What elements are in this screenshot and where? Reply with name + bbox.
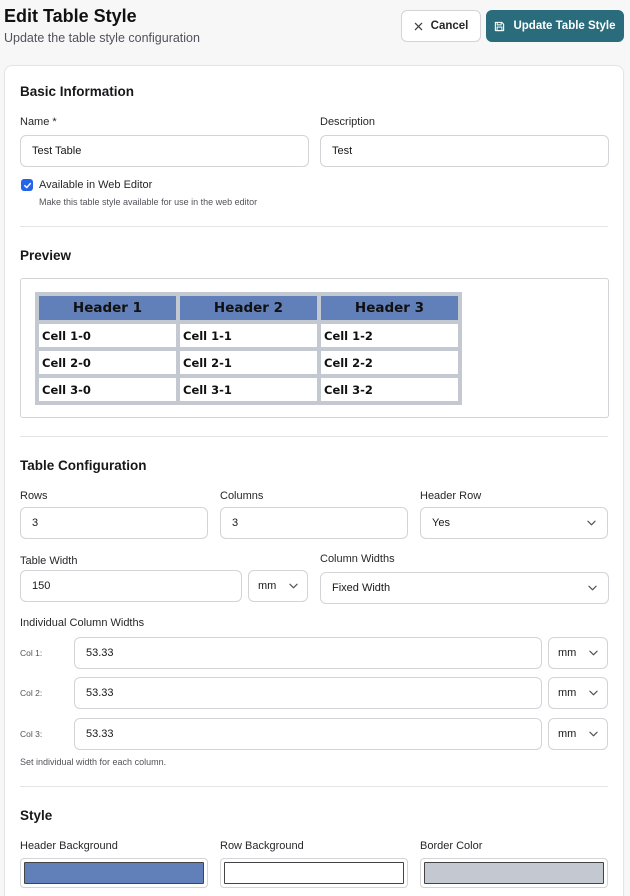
page-subtitle: Update the table style configuration xyxy=(4,31,200,45)
col-width-unit: mm xyxy=(558,728,577,740)
save-icon xyxy=(494,21,505,32)
row-background-label: Row Background xyxy=(220,840,304,852)
row-background-color xyxy=(224,862,404,884)
preview-header-row: Header 1 Header 2 Header 3 xyxy=(37,294,460,322)
cancel-button[interactable]: Cancel xyxy=(401,10,481,42)
preview-cell: Cell 2-1 xyxy=(178,349,319,376)
preview-cell: Cell 2-0 xyxy=(37,349,178,376)
col-width-unit: mm xyxy=(558,687,577,699)
col-width-value: 53.33 xyxy=(86,647,114,659)
preview-cell: Cell 1-2 xyxy=(319,322,460,349)
chevron-down-icon xyxy=(289,583,298,589)
description-input-value: Test xyxy=(332,145,353,157)
col-width-unit: mm xyxy=(558,647,577,659)
section-title-config: Table Configuration xyxy=(20,458,147,473)
preview-table: Header 1 Header 2 Header 3 Cell 1-0 Cell… xyxy=(35,292,462,405)
header-background-label: Header Background xyxy=(20,840,118,852)
col-3-width-input[interactable]: 53.33 xyxy=(74,718,542,750)
page-header: Edit Table Style Update the table style … xyxy=(0,0,630,60)
preview-cell: Cell 3-1 xyxy=(178,376,319,403)
preview-row: Cell 2-0 Cell 2-1 Cell 2-2 xyxy=(37,349,460,376)
chevron-down-icon xyxy=(589,650,598,656)
header-row-value: Yes xyxy=(432,517,450,529)
preview-cell: Cell 2-2 xyxy=(319,349,460,376)
chevron-down-icon xyxy=(588,585,597,591)
col-width-label: Col 3: xyxy=(20,729,43,739)
section-title-preview: Preview xyxy=(20,248,72,263)
divider xyxy=(20,436,608,437)
divider xyxy=(20,226,608,227)
col-width-label: Col 2: xyxy=(20,688,43,698)
chevron-down-icon xyxy=(589,731,598,737)
header-row-label: Header Row xyxy=(420,490,482,502)
table-width-label: Table Width xyxy=(20,555,78,567)
table-width-unit-select[interactable]: mm xyxy=(248,570,308,602)
name-input-value: Test Table xyxy=(32,145,82,157)
update-table-style-button[interactable]: Update Table Style xyxy=(486,10,624,42)
section-title-basic: Basic Information xyxy=(20,84,135,99)
col-width-value: 53.33 xyxy=(86,728,114,740)
individual-widths-hint: Set individual width for each column. xyxy=(20,757,167,767)
rows-label: Rows xyxy=(20,490,48,502)
column-widths-label: Column Widths xyxy=(320,553,395,565)
column-widths-select[interactable]: Fixed Width xyxy=(320,572,609,604)
name-label: Name * xyxy=(20,116,57,128)
page-title: Edit Table Style xyxy=(4,6,137,26)
close-icon xyxy=(414,22,423,31)
border-color-label: Border Color xyxy=(420,840,483,852)
table-width-input[interactable]: 150 xyxy=(20,570,242,602)
row-background-swatch[interactable] xyxy=(220,858,408,888)
description-input[interactable]: Test xyxy=(320,135,609,167)
preview-cell: Cell 1-1 xyxy=(178,322,319,349)
preview-row: Cell 1-0 Cell 1-1 Cell 1-2 xyxy=(37,322,460,349)
preview-cell: Cell 3-2 xyxy=(319,376,460,403)
table-width-unit: mm xyxy=(258,580,277,592)
header-row-select[interactable]: Yes xyxy=(420,507,608,539)
rows-input-value: 3 xyxy=(32,517,39,529)
description-label: Description xyxy=(320,116,376,128)
section-title-style: Style xyxy=(20,808,53,823)
col-3-unit-select[interactable]: mm xyxy=(548,718,608,750)
columns-input-value: 3 xyxy=(232,517,239,529)
header-background-swatch[interactable] xyxy=(20,858,208,888)
col-width-value: 53.33 xyxy=(86,687,114,699)
divider xyxy=(20,786,608,787)
col-2-unit-select[interactable]: mm xyxy=(548,677,608,709)
rows-input[interactable]: 3 xyxy=(20,507,208,539)
header-background-color xyxy=(24,862,204,884)
col-2-width-input[interactable]: 53.33 xyxy=(74,677,542,709)
web-editor-label: Available in Web Editor xyxy=(39,179,153,191)
preview-header-cell: Header 1 xyxy=(37,294,178,322)
preview-header-cell: Header 3 xyxy=(319,294,460,322)
web-editor-hint: Make this table style available for use … xyxy=(39,197,258,207)
col-1-unit-select[interactable]: mm xyxy=(548,637,608,669)
individual-widths-label: Individual Column Widths xyxy=(20,617,145,629)
preview-cell: Cell 1-0 xyxy=(37,322,178,349)
web-editor-checkbox[interactable] xyxy=(21,179,33,191)
columns-label: Columns xyxy=(220,490,264,502)
preview-row: Cell 3-0 Cell 3-1 Cell 3-2 xyxy=(37,376,460,403)
check-icon xyxy=(23,182,31,188)
chevron-down-icon xyxy=(589,690,598,696)
cancel-button-label: Cancel xyxy=(430,20,469,32)
table-width-value: 150 xyxy=(32,580,51,592)
chevron-down-icon xyxy=(587,520,596,526)
border-color-swatch[interactable] xyxy=(420,858,608,888)
name-input[interactable]: Test Table xyxy=(20,135,309,167)
col-1-width-input[interactable]: 53.33 xyxy=(74,637,542,669)
col-width-label: Col 1: xyxy=(20,648,43,658)
preview-box: Header 1 Header 2 Header 3 Cell 1-0 Cell… xyxy=(20,278,609,418)
preview-cell: Cell 3-0 xyxy=(37,376,178,403)
form-card: Basic Information Name * Test Table Desc… xyxy=(4,65,624,896)
columns-input[interactable]: 3 xyxy=(220,507,408,539)
column-widths-value: Fixed Width xyxy=(332,582,391,594)
border-color-value xyxy=(424,862,604,884)
update-button-label: Update Table Style xyxy=(513,20,616,32)
preview-header-cell: Header 2 xyxy=(178,294,319,322)
